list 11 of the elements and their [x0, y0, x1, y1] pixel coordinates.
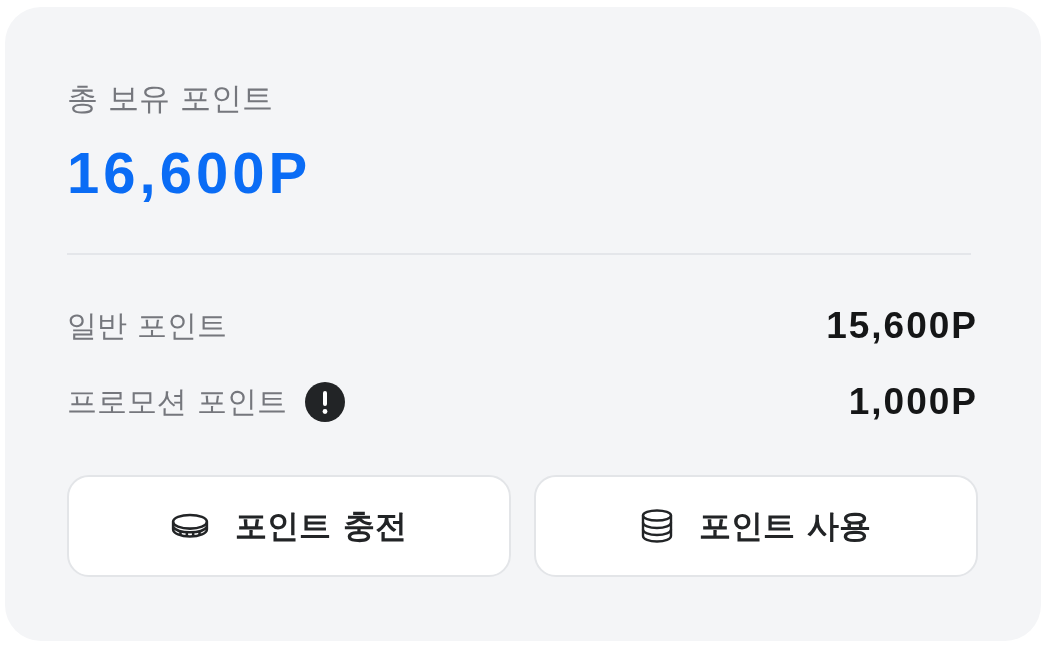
point-type-label: 프로모션 포인트: [67, 383, 287, 421]
charge-points-button[interactable]: 포인트 충전: [67, 475, 511, 577]
point-amount: 15,600P: [826, 305, 978, 347]
total-points-label: 총 보유 포인트: [67, 79, 273, 117]
total-points-amount: 16,600P: [67, 141, 312, 205]
coin-stack-icon: [641, 509, 674, 543]
coin-icon: [171, 513, 210, 539]
point-amount: 1,000P: [848, 381, 978, 423]
exclamation-icon[interactable]: [304, 382, 345, 422]
use-points-button[interactable]: 포인트 사용: [534, 475, 978, 577]
point-type-label: 일반 포인트: [67, 307, 227, 345]
